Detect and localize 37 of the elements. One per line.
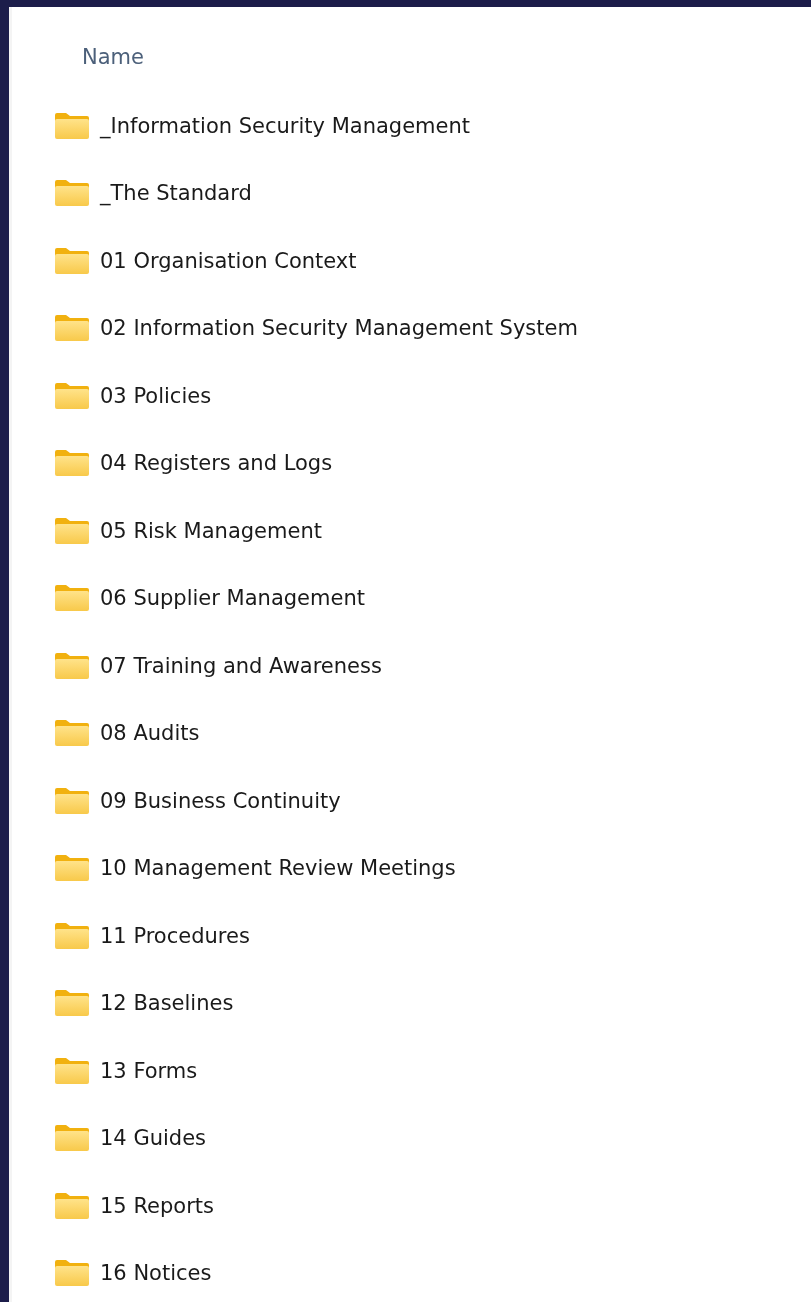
folder-icon [54, 651, 90, 680]
folder-row[interactable]: 04 Registers and Logs [12, 429, 631, 497]
folder-row[interactable]: 14 Guides [12, 1104, 631, 1172]
folder-icon [54, 854, 90, 883]
folder-row[interactable]: 11 Procedures [12, 902, 631, 970]
folder-icon [54, 584, 90, 613]
folder-icon [54, 989, 90, 1018]
folder-icon [54, 381, 90, 410]
name-column-header[interactable]: Name [82, 45, 144, 69]
folder-icon [54, 921, 90, 950]
folder-icon [54, 1056, 90, 1085]
folder-row[interactable]: 15 Reports [12, 1172, 631, 1240]
folder-row[interactable]: 03 Policies [12, 362, 631, 430]
folder-row[interactable]: 07 Training and Awareness [12, 632, 631, 700]
folder-row[interactable]: 13 Forms [12, 1037, 631, 1105]
folder-row[interactable]: _The Standard [12, 159, 631, 227]
folder-icon [54, 786, 90, 815]
folder-row[interactable]: _Information Security Management [12, 92, 631, 160]
folder-row[interactable]: 09 Business Continuity [12, 767, 631, 835]
folder-icon [54, 449, 90, 478]
folder-row[interactable]: 10 Management Review Meetings [12, 834, 631, 902]
folder-icon [54, 516, 90, 545]
folder-row[interactable]: 01 Organisation Context [12, 227, 631, 295]
folder-icon [54, 719, 90, 748]
folder-icon [54, 111, 90, 140]
folder-icon [54, 1191, 90, 1220]
folder-row[interactable]: 12 Baselines [12, 969, 631, 1037]
folder-icon [54, 1259, 90, 1288]
folder-row[interactable]: 06 Supplier Management [12, 564, 631, 632]
folder-icon [54, 179, 90, 208]
folder-row[interactable]: 05 Risk Management [12, 497, 631, 565]
folder-row[interactable]: 16 Notices [12, 1239, 631, 1302]
folder-row[interactable]: 02 Information Security Management System [12, 294, 631, 362]
folder-row[interactable]: 08 Audits [12, 699, 631, 767]
folder-icon [54, 1124, 90, 1153]
folder-icon [54, 246, 90, 275]
folder-icon [54, 314, 90, 343]
